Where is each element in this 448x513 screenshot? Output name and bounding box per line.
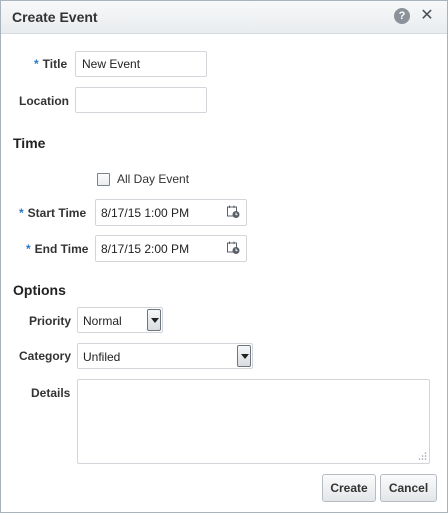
close-icon[interactable]: ✕ xyxy=(418,7,436,25)
priority-label: Priority xyxy=(29,314,72,328)
priority-selected-value: Normal xyxy=(83,314,122,328)
category-label: Category xyxy=(19,349,72,363)
calendar-clock-icon[interactable] xyxy=(227,241,240,254)
chevron-down-icon[interactable] xyxy=(237,345,251,367)
category-selected-value: Unfiled xyxy=(83,350,121,364)
start-time-label: * Start Time xyxy=(19,206,87,220)
title-label: * Title xyxy=(34,57,68,71)
all-day-label[interactable]: All Day Event xyxy=(117,172,189,186)
all-day-checkbox[interactable] xyxy=(97,173,110,186)
end-time-value[interactable]: 8/17/15 2:00 PM xyxy=(101,242,189,256)
title-input[interactable] xyxy=(75,51,207,77)
location-input[interactable] xyxy=(75,87,207,113)
dialog-header: Create Event ? ✕ xyxy=(1,1,447,34)
details-label: Details xyxy=(31,386,71,400)
start-time-field[interactable]: 8/17/15 1:00 PM xyxy=(95,199,247,226)
create-event-dialog: Create Event ? ✕ *Title Location Time Al… xyxy=(0,0,448,513)
end-time-field[interactable]: 8/17/15 2:00 PM xyxy=(95,235,247,262)
location-label: Location xyxy=(19,94,69,108)
end-time-label: * End Time xyxy=(26,242,89,256)
calendar-clock-icon[interactable] xyxy=(227,205,240,218)
help-icon[interactable]: ? xyxy=(394,8,410,24)
time-section-heading: Time xyxy=(13,135,46,151)
options-section-heading: Options xyxy=(13,282,66,298)
chevron-down-icon[interactable] xyxy=(147,309,161,331)
priority-select[interactable]: Normal xyxy=(77,307,163,333)
resize-grip-icon[interactable] xyxy=(417,451,427,461)
dialog-body: *Title Location Time All Day Event *Star… xyxy=(1,34,447,512)
create-button[interactable]: Create xyxy=(322,474,376,502)
cancel-button[interactable]: Cancel xyxy=(380,474,437,502)
dialog-title: Create Event xyxy=(12,9,98,25)
start-time-value[interactable]: 8/17/15 1:00 PM xyxy=(101,206,189,220)
details-textarea[interactable] xyxy=(77,379,430,464)
category-select[interactable]: Unfiled xyxy=(77,343,253,369)
required-marker: * xyxy=(34,57,39,71)
